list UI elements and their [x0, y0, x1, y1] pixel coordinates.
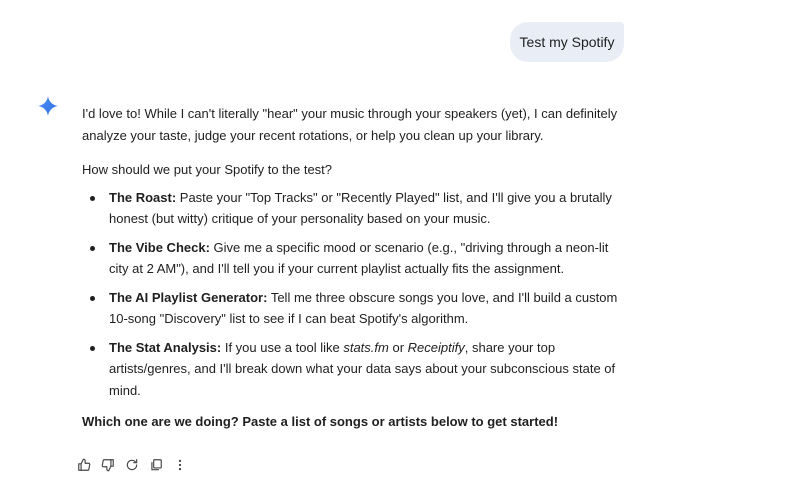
response-intro: I'd love to! While I can't literally "he…: [82, 106, 618, 143]
copy-icon: [151, 459, 162, 471]
more-vertical-icon: [178, 459, 182, 471]
option-text-mid: or: [388, 339, 408, 355]
option-text: Paste your "Top Tracks" or "Recently Pla…: [109, 189, 612, 227]
bullet-icon: [90, 345, 95, 351]
option-text-before: If you use a tool like: [221, 339, 344, 355]
bullet-icon: [90, 245, 95, 251]
user-message-text: Test my Spotify: [519, 34, 615, 50]
option-title: The Roast:: [109, 189, 177, 205]
bullet-icon: [90, 295, 95, 301]
bullet-icon: [90, 195, 95, 201]
option-title: The Stat Analysis:: [109, 339, 222, 355]
thumbs-down-icon: [101, 459, 114, 472]
thumbs-up-icon: [78, 458, 91, 471]
response-actions-bar: [74, 455, 190, 475]
options-list: The Roast: Paste your "Top Tracks" or "R…: [82, 187, 622, 402]
option-title: The Vibe Check:: [109, 239, 210, 255]
option-title: The AI Playlist Generator:: [109, 289, 268, 305]
response-question: How should we put your Spotify to the te…: [82, 162, 333, 177]
assistant-response: I'd love to! While I can't literally "he…: [82, 103, 622, 433]
regenerate-button[interactable]: [122, 455, 142, 475]
thumbs-up-button[interactable]: [74, 455, 94, 475]
user-message-bubble: Test my Spotify: [510, 22, 624, 62]
response-closing: Which one are we doing? Paste a list of …: [82, 414, 559, 429]
list-item: The Roast: Paste your "Top Tracks" or "R…: [82, 187, 622, 230]
chat-page: Test my Spotify I'd love to! While I can…: [0, 0, 800, 494]
gemini-spark-icon: [38, 96, 58, 116]
list-item: The Vibe Check: Give me a specific mood …: [82, 237, 622, 280]
list-item: The AI Playlist Generator: Tell me three…: [82, 287, 622, 330]
refresh-icon: [126, 459, 138, 471]
copy-button[interactable]: [146, 455, 166, 475]
option-emphasis: Receiptify: [407, 339, 465, 355]
list-item: The Stat Analysis: If you use a tool lik…: [82, 337, 622, 402]
thumbs-down-button[interactable]: [98, 455, 118, 475]
option-emphasis: stats.fm: [343, 339, 389, 355]
more-options-button[interactable]: [170, 455, 190, 475]
